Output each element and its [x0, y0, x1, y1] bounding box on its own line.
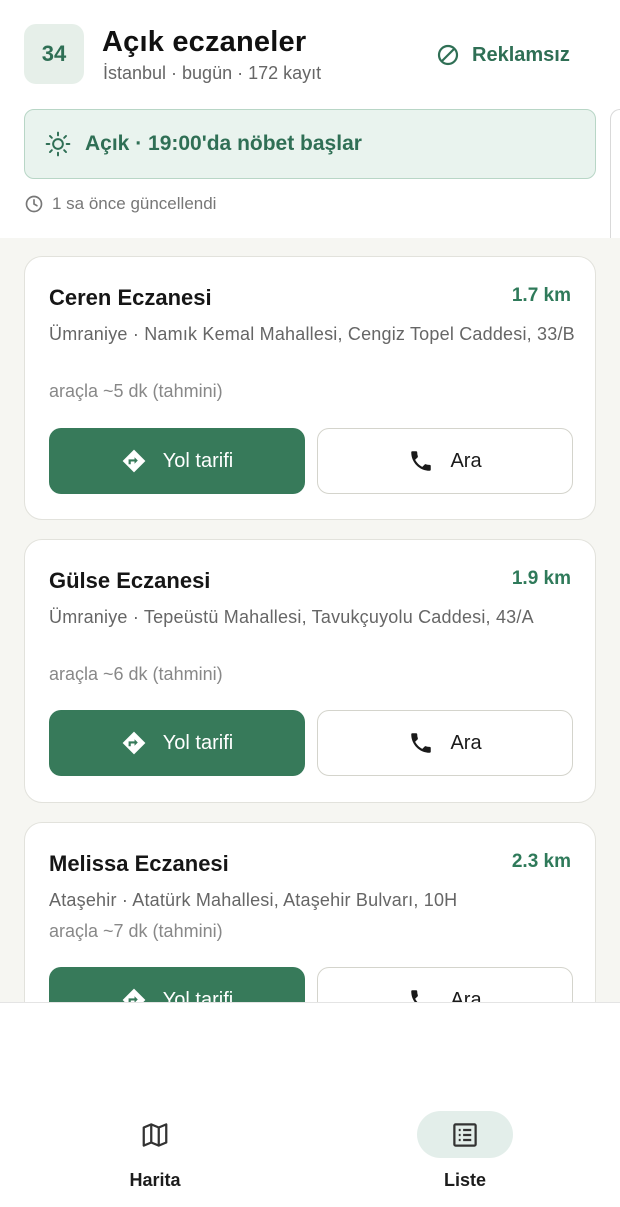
pharmacy-card[interactable]: Gülse Eczanesi 1.9 km Ümraniye · Tepeüst…: [24, 539, 596, 803]
open-status-text: Açık · 19:00'da nöbet başlar: [85, 132, 362, 155]
pharmacy-eta: araçla ~7 dk (tahmini): [49, 921, 223, 941]
directions-button[interactable]: Yol tarifi: [49, 967, 305, 1002]
page-title: Açık eczaneler: [102, 26, 307, 58]
nav-list-pill: [417, 1111, 513, 1158]
pharmacy-distance: 1.9 km: [511, 568, 571, 589]
nav-list[interactable]: Liste: [405, 1111, 525, 1191]
phone-icon: [411, 451, 432, 471]
pharmacy-card[interactable]: Melissa Eczanesi 2.3 km Ataşehir · Atatü…: [24, 822, 596, 1002]
call-button[interactable]: Ara: [317, 428, 573, 494]
call-label: Ara: [450, 731, 482, 754]
page-subtitle: İstanbul · bugün · 172 kayıt: [103, 63, 322, 83]
call-label: Ara: [450, 988, 482, 1003]
directions-icon: [122, 449, 146, 473]
sun-icon: [45, 131, 71, 157]
phone-icon: [411, 733, 432, 753]
block-icon: [437, 44, 459, 66]
nav-map-label: Harita: [129, 1170, 181, 1190]
nav-map[interactable]: Harita: [95, 1111, 215, 1191]
clock-icon: [25, 195, 43, 213]
pharmacy-card[interactable]: Ceren Eczanesi 1.7 km Ümraniye · Namık K…: [24, 256, 596, 520]
directions-icon: [122, 988, 146, 1002]
nav-map-pill: [107, 1111, 203, 1158]
ad-free-button[interactable]: Reklamsız: [436, 38, 570, 72]
pharmacy-eta: araçla ~5 dk (tahmini): [49, 381, 223, 401]
pharmacy-distance: 2.3 km: [511, 851, 571, 872]
call-button[interactable]: Ara: [317, 967, 573, 1002]
directions-icon: [122, 731, 146, 755]
list-icon: [453, 1122, 477, 1147]
directions-label: Yol tarifi: [162, 449, 234, 472]
pharmacy-address: Ümraniye · Tepeüstü Mahallesi, Tavukçuyo…: [49, 607, 534, 627]
last-updated: 1 sa önce güncellendi: [24, 194, 216, 214]
city-plate-badge[interactable]: 34: [24, 24, 84, 84]
pharmacy-distance: 1.7 km: [511, 285, 571, 306]
pharmacy-eta: araçla ~6 dk (tahmini): [49, 664, 223, 684]
directions-label: Yol tarifi: [162, 988, 234, 1003]
nav-list-label: Liste: [443, 1170, 486, 1190]
call-button[interactable]: Ara: [317, 710, 573, 776]
pharmacy-list[interactable]: Ceren Eczanesi 1.7 km Ümraniye · Namık K…: [0, 238, 620, 1002]
pharmacy-address: Ataşehir · Atatürk Mahallesi, Ataşehir B…: [49, 890, 458, 910]
pharmacy-name: Melissa Eczanesi: [49, 851, 229, 876]
open-status-banner: Açık · 19:00'da nöbet başlar: [24, 109, 596, 179]
ad-free-label: Reklamsız: [472, 43, 570, 66]
phone-icon: [411, 990, 419, 1002]
bottom-navigation: Harita Liste: [0, 1002, 620, 1207]
pharmacy-name: Gülse Eczanesi: [49, 568, 211, 593]
directions-label: Yol tarifi: [162, 731, 234, 754]
directions-button[interactable]: Yol tarifi: [49, 710, 305, 776]
call-label: Ara: [450, 449, 482, 472]
directions-button[interactable]: Yol tarifi: [49, 428, 305, 494]
app-header: 34 Açık eczaneler İstanbul · bugün · 172…: [0, 0, 620, 309]
pharmacy-address: Ümraniye · Namık Kemal Mahallesi, Cengiz…: [49, 324, 575, 344]
last-updated-text: 1 sa önce güncellendi: [52, 194, 217, 213]
pharmacy-name: Ceren Eczanesi: [49, 285, 212, 310]
map-icon: [142, 1122, 168, 1147]
